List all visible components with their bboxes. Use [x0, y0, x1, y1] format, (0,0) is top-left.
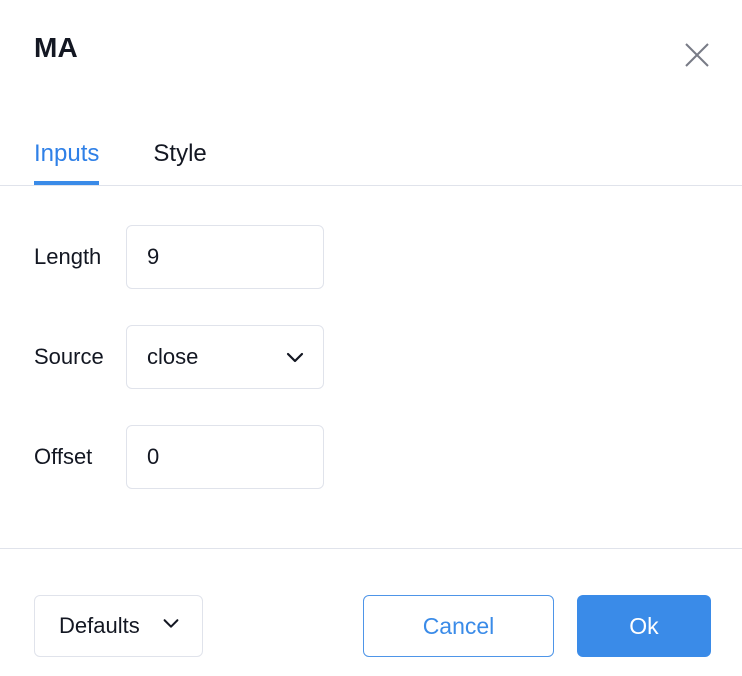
chevron-down-icon	[160, 612, 182, 640]
offset-label: Offset	[34, 444, 93, 469]
chevron-down-icon	[283, 345, 307, 369]
source-select[interactable]: close	[126, 325, 324, 389]
field-row-offset: Offset 0	[0, 425, 742, 489]
field-row-source: Source close	[0, 325, 742, 389]
ok-button[interactable]: Ok	[577, 595, 711, 657]
cancel-button-label: Cancel	[422, 612, 495, 639]
tab-bar: Inputs Style	[0, 110, 742, 186]
tab-inputs[interactable]: Inputs	[34, 140, 100, 186]
close-button[interactable]	[674, 32, 720, 78]
tab-style-label: Style	[153, 140, 207, 167]
defaults-button[interactable]: Defaults	[34, 595, 203, 657]
page-title: MA	[34, 32, 78, 63]
cancel-button[interactable]: Cancel	[363, 595, 554, 657]
field-row-length: Length 9	[0, 225, 742, 289]
dialog-body: Length 9 Source close Offset 0	[0, 186, 742, 548]
dialog-footer: Defaults Cancel Ok	[0, 548, 742, 676]
dialog-header: MA	[0, 0, 742, 110]
defaults-button-label: Defaults	[59, 613, 140, 638]
length-label: Length	[34, 244, 102, 269]
offset-input[interactable]: 0	[126, 425, 324, 489]
source-label: Source	[34, 344, 104, 369]
source-select-value: close	[147, 344, 199, 369]
length-input[interactable]: 9	[126, 225, 324, 289]
tab-list: Inputs Style	[34, 142, 207, 186]
tab-inputs-label: Inputs	[34, 140, 100, 167]
offset-input-value: 0	[147, 444, 160, 469]
indicator-settings-dialog: MA Inputs Style Length 9 Source close Of…	[0, 0, 742, 676]
length-input-value: 9	[147, 244, 160, 269]
ok-button-label: Ok	[629, 612, 659, 639]
close-icon	[682, 40, 712, 70]
tab-style[interactable]: Style	[153, 142, 206, 186]
